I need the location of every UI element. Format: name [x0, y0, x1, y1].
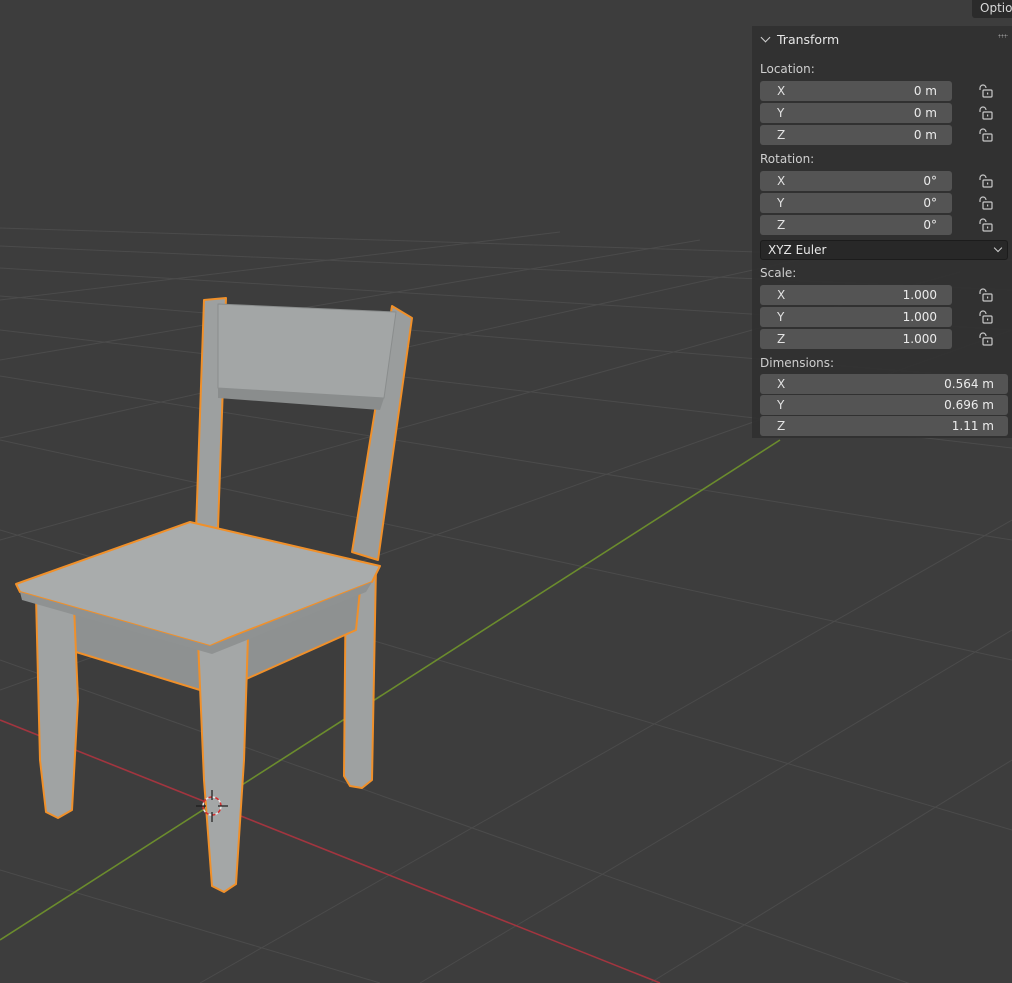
lock-location-y-icon[interactable]: [977, 106, 993, 120]
lock-rotation-y-icon[interactable]: [977, 196, 993, 210]
dimensions-label: Dimensions:: [760, 356, 835, 370]
chair-object[interactable]: [15, 297, 413, 893]
axis-label: Y: [777, 310, 785, 324]
panel-title: Transform: [777, 31, 840, 47]
dimensions-x-field[interactable]: X 0.564 m: [760, 374, 1008, 394]
scale-y-field[interactable]: Y 1.000: [760, 307, 952, 327]
field-value: 0.564 m: [944, 377, 994, 391]
axis-label: Z: [777, 332, 786, 346]
y-axis-line: [0, 439, 781, 941]
lock-scale-y-icon[interactable]: [977, 310, 993, 324]
field-value: 0°: [923, 196, 937, 210]
axis-label: X: [777, 377, 786, 391]
field-value: 1.000: [902, 288, 937, 302]
lock-location-x-icon[interactable]: [977, 84, 993, 98]
lock-rotation-z-icon[interactable]: [977, 218, 993, 232]
scale-x-field[interactable]: X 1.000: [760, 285, 952, 305]
field-value: 1.11 m: [951, 419, 994, 433]
lock-scale-x-icon[interactable]: [977, 288, 993, 302]
axis-label: X: [777, 288, 786, 302]
scale-label: Scale:: [760, 266, 797, 280]
field-value: 1.000: [902, 332, 937, 346]
axis-label: Y: [777, 398, 785, 412]
rotation-label: Rotation:: [760, 152, 815, 166]
axis-label: Y: [777, 196, 785, 210]
rotation-y-field[interactable]: Y 0°: [760, 193, 952, 213]
lock-scale-z-icon[interactable]: [977, 332, 993, 346]
field-value: 0 m: [913, 106, 937, 120]
field-value: 0.696 m: [944, 398, 994, 412]
transform-panel-header[interactable]: Transform: [760, 31, 839, 47]
field-value: 0°: [923, 218, 937, 232]
axis-label: Z: [777, 419, 786, 433]
options-tab[interactable]: Options: [972, 0, 1012, 18]
rotation-z-field[interactable]: Z 0°: [760, 215, 952, 235]
location-z-field[interactable]: Z 0 m: [760, 125, 952, 145]
dimensions-z-field[interactable]: Z 1.11 m: [760, 416, 1008, 436]
transform-panel: Transform Location: X 0 m Y 0 m Z 0 m Ro…: [752, 26, 1012, 438]
field-value: 0 m: [913, 84, 937, 98]
field-value: 0 m: [913, 128, 937, 142]
rotation-mode-value: XYZ Euler: [768, 243, 827, 257]
drag-handle-icon[interactable]: [998, 34, 1008, 38]
location-y-field[interactable]: Y 0 m: [760, 103, 952, 123]
axis-label: Z: [777, 218, 786, 232]
axis-label: Z: [777, 128, 786, 142]
location-label: Location:: [760, 62, 815, 76]
chevron-down-icon: [760, 32, 771, 42]
axis-label: X: [777, 84, 786, 98]
dimensions-y-field[interactable]: Y 0.696 m: [760, 395, 1008, 415]
scale-z-field[interactable]: Z 1.000: [760, 329, 952, 349]
field-value: 1.000: [902, 310, 937, 324]
chevron-down-icon: [993, 243, 1003, 253]
axis-label: X: [777, 174, 786, 188]
lock-location-z-icon[interactable]: [977, 128, 993, 142]
rotation-mode-select[interactable]: XYZ Euler: [760, 240, 1008, 260]
location-x-field[interactable]: X 0 m: [760, 81, 952, 101]
lock-rotation-x-icon[interactable]: [977, 174, 993, 188]
rotation-x-field[interactable]: X 0°: [760, 171, 952, 191]
axis-label: Y: [777, 106, 785, 120]
x-axis-line: [0, 719, 661, 983]
field-value: 0°: [923, 174, 937, 188]
